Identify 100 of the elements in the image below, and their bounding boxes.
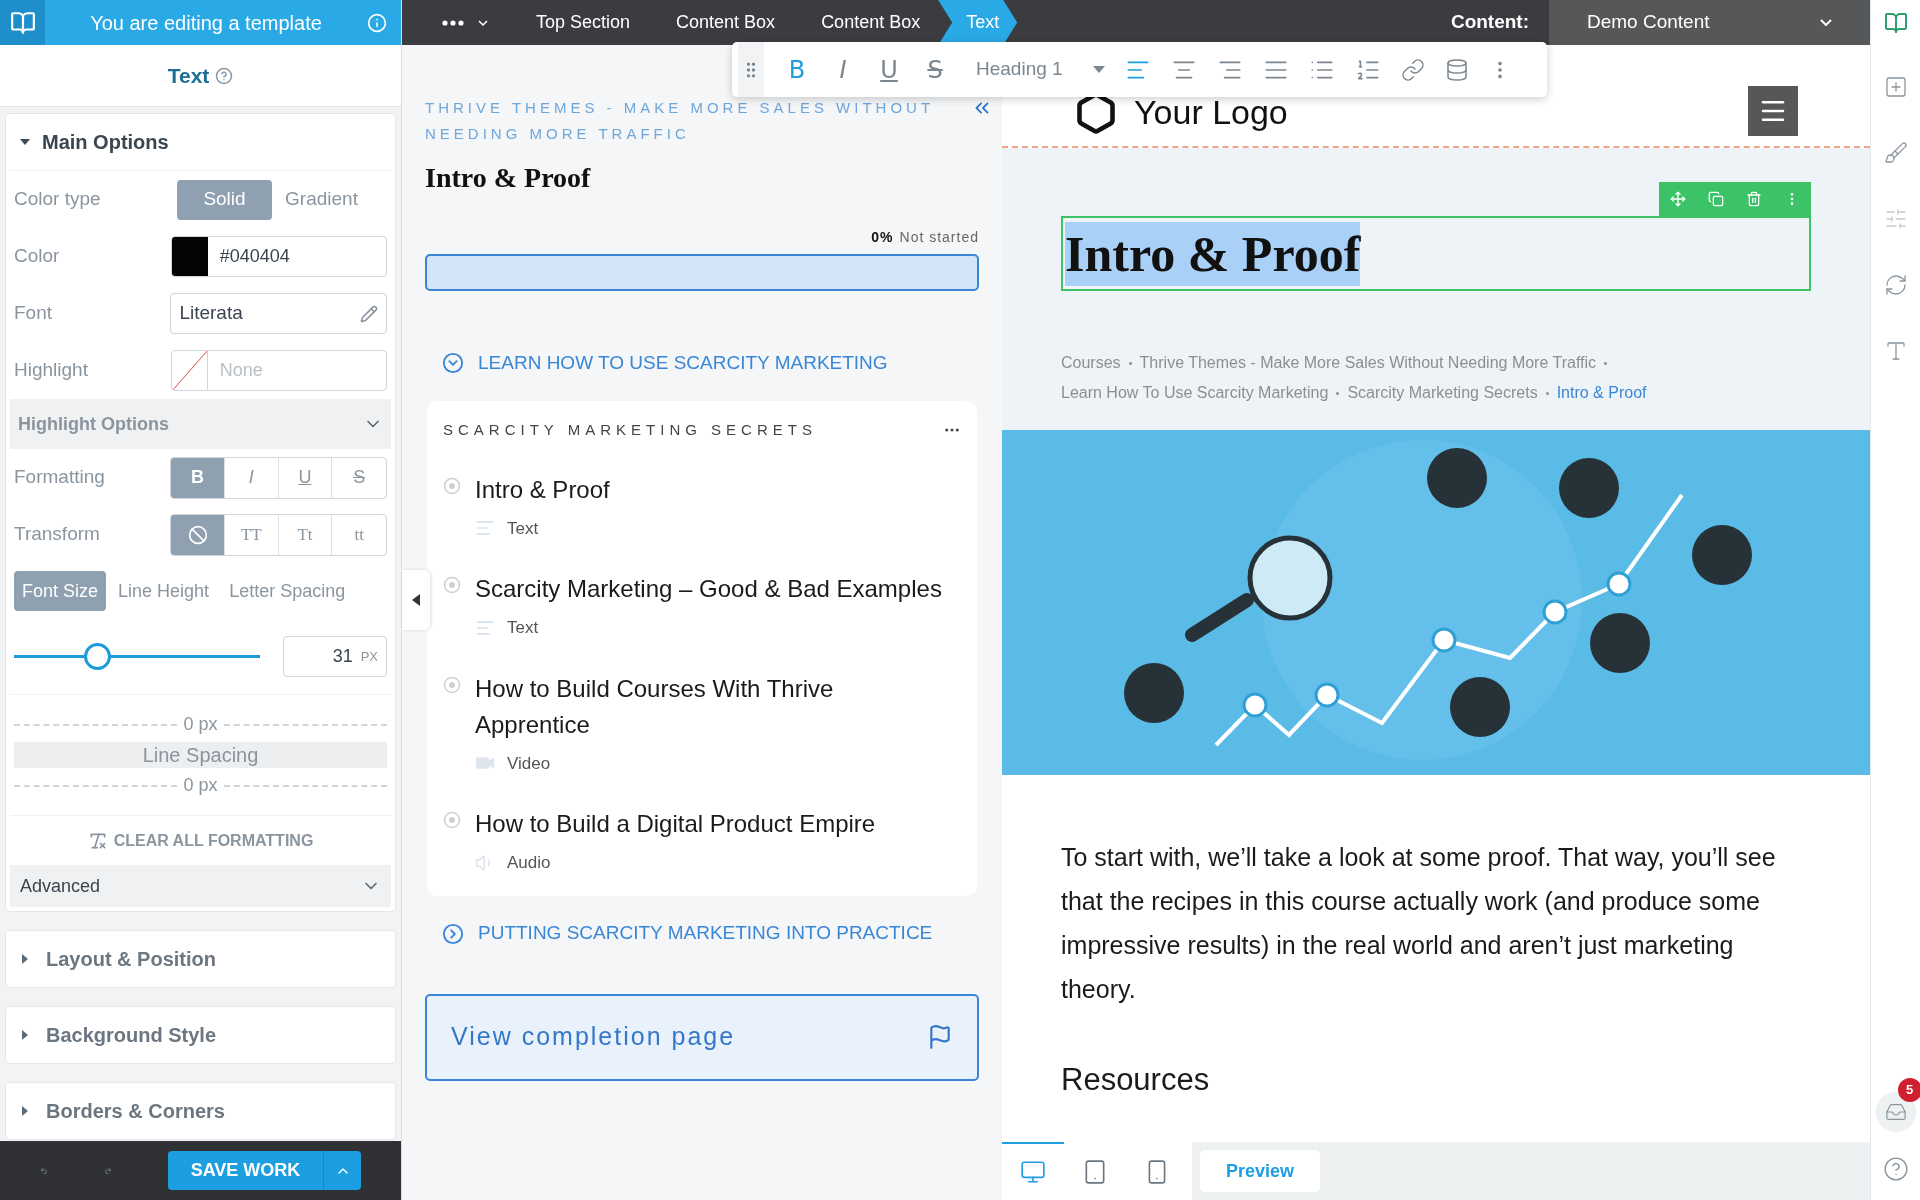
progress-status: Not started bbox=[899, 228, 979, 247]
lesson-link[interactable]: Scarcity Marketing – Good & Bad Examples bbox=[475, 571, 947, 607]
lesson-type: Text bbox=[507, 517, 539, 540]
breadcrumb-link[interactable]: Courses bbox=[1061, 351, 1121, 375]
slider-thumb[interactable] bbox=[84, 643, 112, 670]
highlight-options-bar[interactable]: Highlight Options bbox=[10, 399, 391, 449]
section-card[interactable]: Borders & Corners bbox=[5, 1082, 396, 1140]
add-icon[interactable] bbox=[1883, 75, 1908, 99]
color-swatch[interactable] bbox=[171, 237, 208, 276]
highlight-input[interactable]: None bbox=[207, 357, 386, 384]
section-heading: Resources bbox=[1061, 1061, 1211, 1099]
breadcrumb-tab[interactable]: Content Box bbox=[793, 0, 939, 45]
lesson-type: Audio bbox=[507, 852, 551, 874]
size-tab[interactable]: Letter Spacing bbox=[221, 571, 354, 611]
section-title[interactable]: Borders & Corners bbox=[46, 1096, 225, 1126]
highlight-field[interactable]: None bbox=[170, 350, 387, 391]
no-transform-icon bbox=[187, 524, 208, 545]
link-icon[interactable] bbox=[1400, 57, 1425, 82]
help-icon[interactable] bbox=[215, 66, 234, 85]
color-type-toggle[interactable]: Gradient bbox=[274, 179, 369, 220]
more-button[interactable] bbox=[442, 19, 488, 26]
transform-toggle[interactable]: Tt bbox=[278, 514, 333, 555]
section-card[interactable]: Layout & Position bbox=[5, 930, 396, 988]
refresh-icon[interactable] bbox=[1883, 273, 1908, 297]
format-toggle[interactable]: S bbox=[332, 457, 386, 498]
field-label: Transform bbox=[14, 522, 101, 547]
content-dropdown[interactable]: Demo Content bbox=[1549, 0, 1870, 45]
clear-formatting-button[interactable]: CLEAR ALL FORMATTING bbox=[87, 828, 314, 853]
save-button[interactable]: SAVE WORK bbox=[168, 1151, 323, 1190]
format-toggle[interactable]: B bbox=[171, 457, 225, 498]
breadcrumb-tab[interactable]: Text bbox=[938, 0, 1018, 45]
size-tab[interactable]: Line Height bbox=[110, 571, 218, 611]
heading-dropdown[interactable]: Heading 1 bbox=[976, 55, 1105, 84]
collapse-tab[interactable] bbox=[402, 570, 430, 630]
spacing-value[interactable]: 0 px bbox=[183, 711, 218, 738]
panel-title: Text bbox=[167, 62, 210, 89]
section-card[interactable]: Background Style bbox=[5, 1006, 396, 1064]
color-field[interactable]: #040404 bbox=[170, 236, 387, 277]
lesson-link[interactable]: Intro & Proof bbox=[475, 471, 947, 508]
progress-percent: 0% bbox=[871, 228, 894, 247]
module-link[interactable]: LEARN HOW TO USE SCARCITY MARKETING bbox=[425, 331, 979, 395]
size-tab[interactable]: Font Size bbox=[14, 571, 107, 611]
move-icon[interactable] bbox=[1670, 191, 1686, 207]
logo-icon bbox=[9, 9, 36, 36]
format-button[interactable]: B bbox=[784, 51, 810, 88]
chapter-title[interactable]: SCARCITY MARKETING SECRETS bbox=[443, 419, 817, 442]
font-field[interactable]: Literata bbox=[170, 293, 387, 334]
inbox-button[interactable] bbox=[1875, 1092, 1916, 1132]
delete-icon[interactable] bbox=[1746, 191, 1762, 207]
field-label: Highlight bbox=[14, 358, 89, 383]
copy-icon[interactable] bbox=[1708, 191, 1724, 207]
lesson-link[interactable]: How to Build Courses With Thrive Apprentice bbox=[475, 670, 947, 743]
lesson-type: Video bbox=[507, 752, 551, 775]
flag-icon bbox=[927, 1024, 953, 1050]
banner-title: You are editing a template bbox=[89, 10, 323, 36]
course-title[interactable]: THRIVE THEMES - MAKE MORE SALES WITHOUT NEEDING MORE TRAFFIC bbox=[425, 95, 965, 147]
field-label: Color bbox=[14, 244, 61, 269]
lesson-link[interactable]: How to Build a Digital Product Empire bbox=[475, 806, 947, 842]
lesson-title: Intro & Proof bbox=[425, 161, 592, 195]
module-link[interactable]: PUTTING SCARCITY MARKETING INTO PRACTICE bbox=[425, 901, 979, 966]
caret-icon bbox=[1092, 65, 1105, 74]
format-button[interactable]: U bbox=[876, 51, 902, 88]
size-field[interactable]: 31 PX bbox=[283, 636, 387, 677]
color-type-toggle[interactable]: Solid bbox=[177, 179, 272, 220]
no-color-swatch[interactable] bbox=[171, 351, 208, 390]
preview-button[interactable]: Preview bbox=[1200, 1150, 1320, 1192]
spacing-value[interactable]: 0 px bbox=[183, 772, 218, 799]
notification-badge: 5 bbox=[1897, 1078, 1920, 1102]
dots-icon bbox=[442, 19, 464, 26]
format-button[interactable]: I bbox=[830, 51, 856, 88]
breadcrumb-link[interactable]: Thrive Themes - Make More Sales Without Needing More Traffic bbox=[1139, 351, 1597, 375]
section-title[interactable]: Background Style bbox=[46, 1020, 217, 1050]
format-toggle[interactable]: I bbox=[224, 457, 279, 498]
inbox-icon bbox=[1884, 1101, 1907, 1123]
section-title[interactable]: Main Options bbox=[42, 127, 169, 157]
breadcrumb-tab[interactable]: Content Box bbox=[648, 0, 794, 45]
field-label: Formatting bbox=[14, 465, 106, 490]
breadcrumb-link[interactable]: Scarcity Marketing Secrets bbox=[1347, 381, 1538, 405]
selected-text-box[interactable]: Intro & Proof bbox=[1061, 216, 1811, 291]
advanced-bar[interactable]: Advanced bbox=[10, 865, 391, 907]
transform-toggle[interactable]: tt bbox=[332, 514, 386, 555]
menu-button[interactable] bbox=[1748, 86, 1798, 136]
slider-track[interactable] bbox=[14, 643, 260, 670]
info-icon[interactable] bbox=[367, 12, 387, 33]
breadcrumb-link[interactable]: Learn How To Use Scarcity Marketing bbox=[1061, 381, 1329, 405]
breadcrumb-tab[interactable]: Top Section bbox=[508, 0, 649, 45]
page-heading[interactable]: Intro & Proof bbox=[1065, 221, 1361, 286]
pencil-icon[interactable] bbox=[360, 304, 378, 323]
brush-icon[interactable] bbox=[1883, 141, 1908, 165]
transform-toggle[interactable] bbox=[171, 514, 225, 555]
help-icon[interactable] bbox=[1882, 1156, 1909, 1182]
database-icon[interactable] bbox=[1444, 57, 1469, 82]
status-icon bbox=[443, 811, 461, 829]
section-title[interactable]: Layout & Position bbox=[46, 944, 216, 974]
completion-button[interactable]: View completion page bbox=[425, 993, 979, 1081]
transform-toggle[interactable]: TT bbox=[224, 514, 279, 555]
format-button[interactable]: S bbox=[922, 51, 948, 88]
format-toggle[interactable]: U bbox=[278, 457, 333, 498]
field-label: Font bbox=[14, 301, 54, 326]
desktop-icon bbox=[1020, 1159, 1046, 1185]
